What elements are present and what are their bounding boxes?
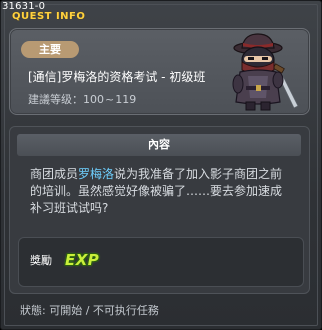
level-max: 119: [115, 93, 137, 106]
npc-eye-left: [248, 57, 254, 60]
reward-label: 獎勵: [30, 254, 52, 267]
content-section-header: 內容: [17, 134, 301, 156]
reward-box: [18, 237, 304, 287]
npc-arm-left: [232, 74, 244, 94]
quest-type-badge: 主要: [21, 41, 79, 58]
npc-belt-buckle: [256, 85, 261, 91]
npc-eye-right: [262, 57, 268, 60]
exp-reward-icon: EXP: [65, 251, 100, 269]
npc-leg-right: [260, 101, 271, 111]
recommended-level: 建議等级：100~119: [28, 93, 136, 106]
npc-portrait: [232, 33, 299, 111]
level-separator: ~: [105, 93, 115, 106]
description-prefix: 商团成员: [30, 167, 79, 181]
level-min: 100: [83, 93, 104, 106]
quest-description: 商团成员罗梅洛说为我准备了加入影子商团之前的培训。虽然感觉好像被骗了……要去参加…: [30, 166, 292, 217]
npc-leg-left: [245, 101, 256, 111]
npc-arm-right: [272, 71, 284, 89]
quest-title: [通信]罗梅洛的资格考试 - 初级班: [28, 70, 206, 84]
window-title: QUEST INFO: [12, 11, 86, 22]
quest-status: 狀態: 可開始 / 不可执行任務: [20, 304, 159, 317]
level-label: 建議等级：: [28, 93, 83, 106]
npc-name-link: 罗梅洛: [78, 167, 115, 181]
